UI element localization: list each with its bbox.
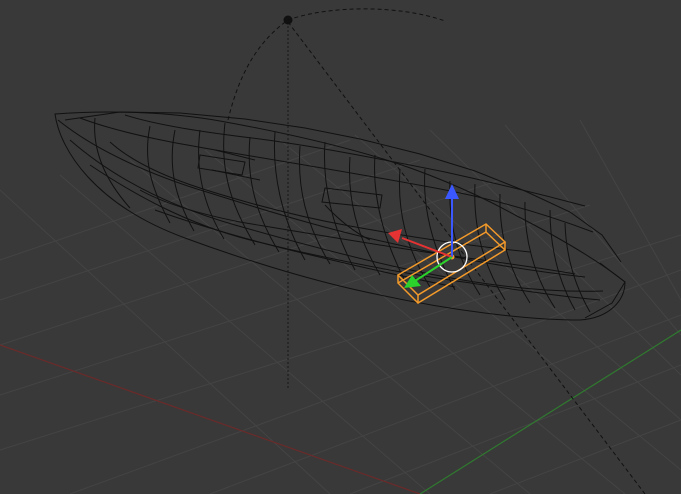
scene-canvas[interactable] — [0, 0, 681, 494]
floor-grid — [0, 119, 681, 494]
x-axis-line — [0, 344, 421, 494]
y-axis-line — [419, 329, 681, 494]
3d-viewport[interactable] — [0, 0, 681, 494]
lamp-arc — [227, 8, 446, 121]
